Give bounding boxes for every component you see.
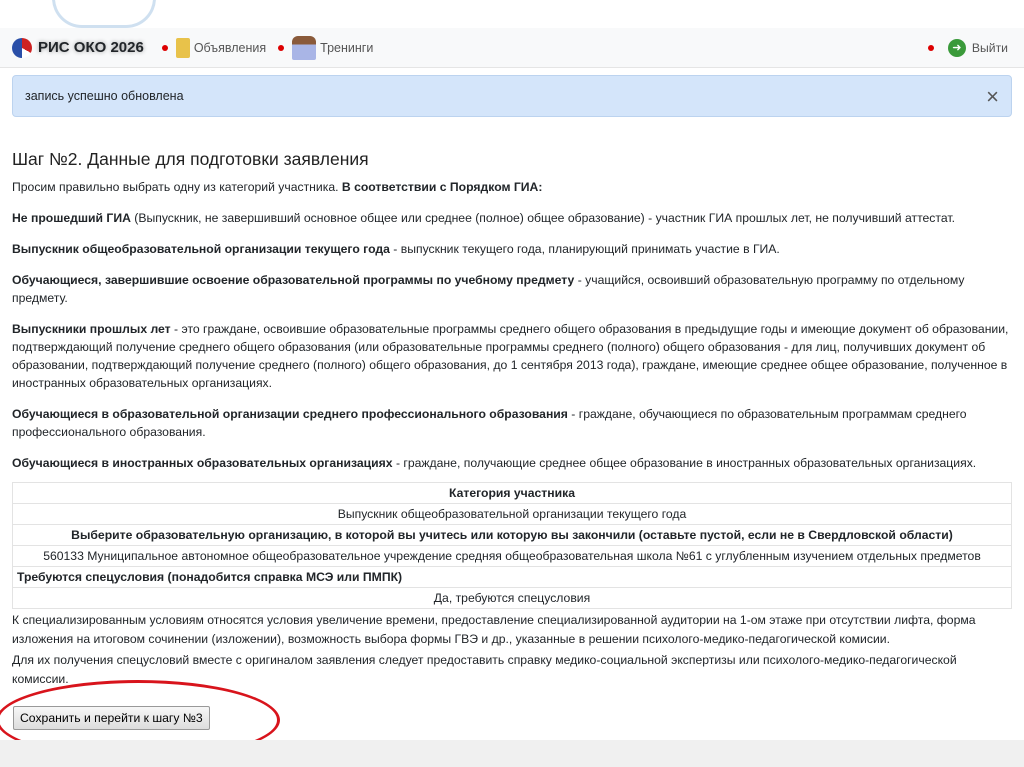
- close-icon[interactable]: ×: [986, 84, 999, 110]
- nav-trainings[interactable]: Тренинги: [292, 35, 373, 60]
- bullet-icon: [278, 44, 285, 51]
- category-description: Обучающиеся в иностранных образовательны…: [12, 456, 977, 470]
- category-description: Выпускники прошлых лет - это граждане, о…: [12, 322, 1009, 390]
- special-conditions-note: К специализированным условиям относятся …: [12, 613, 976, 646]
- navbar: РИС ОКО 2026 Объявления Тренинги ➜ Выйти: [0, 28, 1024, 68]
- category-header: Категория участника: [12, 482, 1012, 504]
- intro-text: Просим правильно выбрать одну из категор…: [12, 180, 543, 194]
- header-decoration: [52, 0, 156, 28]
- nav-announcements[interactable]: Объявления: [175, 37, 266, 58]
- page-title: Шаг №2. Данные для подготовки заявления: [12, 149, 369, 169]
- success-alert: запись успешно обновлена ×: [12, 75, 1012, 117]
- logo-icon: [12, 37, 32, 58]
- category-description: Обучающиеся в образовательной организаци…: [12, 407, 967, 439]
- category-value: Выпускник общеобразовательной организаци…: [12, 503, 1012, 525]
- special-conditions-note-2: Для их получения спецусловий вместе с ор…: [12, 653, 957, 686]
- category-description: Выпускник общеобразовательной организаци…: [12, 242, 780, 256]
- footer: [0, 740, 1024, 767]
- application-summary-table: Категория участника Выпускник общеобразо…: [12, 482, 1012, 609]
- save-and-next-button[interactable]: Сохранить и перейти к шагу №3: [13, 706, 210, 730]
- organization-value: 560133 Муниципальное автономное общеобра…: [12, 545, 1012, 567]
- organization-header: Выберите образовательную организацию, в …: [12, 524, 1012, 546]
- alert-text: запись успешно обновлена: [25, 89, 184, 103]
- exit-icon: ➜: [947, 38, 966, 57]
- category-description: Не прошедший ГИА (Выпускник, не завершив…: [12, 211, 955, 225]
- trainee-icon: [292, 35, 317, 60]
- bullet-icon: [161, 44, 168, 51]
- note-icon: [175, 37, 190, 58]
- special-conditions-value: Да, требуются спецусловия: [12, 587, 1012, 609]
- category-description: Обучающиеся, завершившие освоение образо…: [12, 273, 965, 305]
- special-conditions-header: Требуются спецусловия (понадобится справ…: [12, 566, 1012, 588]
- bullet-icon: [927, 44, 934, 51]
- brand[interactable]: РИС ОКО 2026: [12, 37, 144, 58]
- logout-link[interactable]: ➜ Выйти: [924, 38, 1008, 57]
- main-content: Шаг №2. Данные для подготовки заявления …: [12, 150, 1012, 689]
